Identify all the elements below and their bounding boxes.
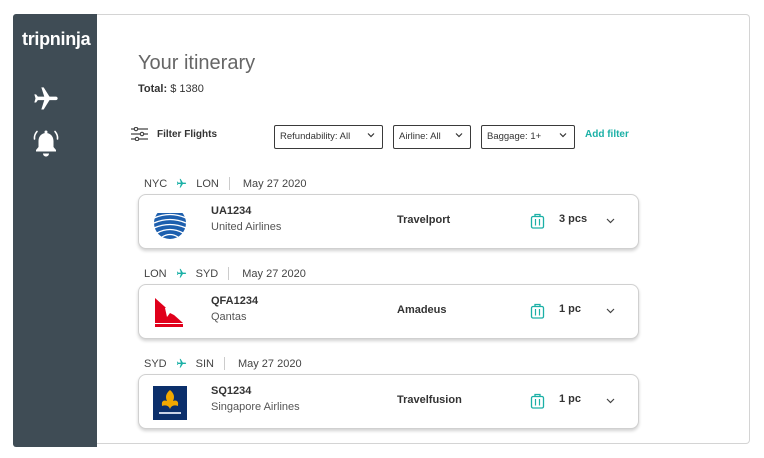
refundability-dropdown[interactable]: Refundability: All	[274, 125, 383, 149]
route-date: May 27 2020	[242, 177, 307, 190]
route-header: LON SYD May 27 2020	[144, 267, 306, 280]
filter-flights-label[interactable]: Filter Flights	[157, 129, 217, 140]
total-price: Total: $ 1380	[138, 83, 204, 95]
refundability-dropdown-label: Refundability: All	[280, 131, 351, 142]
airplane-icon[interactable]	[32, 85, 60, 113]
airline-name: United Airlines	[211, 221, 282, 233]
route-date: May 27 2020	[237, 357, 302, 370]
airline-dropdown[interactable]: Airline: All	[393, 125, 471, 149]
luggage-icon	[530, 303, 545, 319]
luggage-icon	[530, 213, 545, 229]
united-airlines-logo	[153, 206, 187, 240]
provider-name: Travelport	[397, 214, 451, 226]
route-destination: SYD	[195, 267, 219, 280]
route-destination: LON	[196, 177, 219, 190]
chevron-down-icon	[367, 133, 375, 138]
baggage-dropdown[interactable]: Baggage: 1+	[481, 125, 575, 149]
baggage-count: 1 pc	[559, 393, 582, 405]
route-destination: SIN	[195, 357, 214, 370]
route-origin: SYD	[144, 357, 167, 370]
flight-card[interactable]: SQ1234 Singapore Airlines Travelfusion 1…	[138, 374, 639, 429]
baggage-count: 3 pcs	[559, 213, 588, 225]
route-divider	[228, 267, 230, 280]
chevron-down-icon	[455, 133, 463, 138]
airplane-icon	[177, 178, 187, 188]
luggage-icon	[530, 393, 545, 409]
bell-icon[interactable]	[32, 127, 60, 157]
route-divider	[223, 357, 225, 370]
filter-sliders-icon[interactable]	[131, 127, 148, 141]
baggage-count: 1 pc	[559, 303, 582, 315]
route-origin: NYC	[144, 177, 168, 190]
total-value: $ 1380	[170, 83, 204, 95]
qantas-logo	[153, 296, 187, 330]
provider-name: Amadeus	[397, 304, 447, 316]
baggage-dropdown-label: Baggage: 1+	[487, 131, 542, 142]
airline-name: Singapore Airlines	[211, 401, 300, 413]
flight-code: UA1234	[211, 205, 252, 217]
route-date: May 27 2020	[242, 267, 306, 280]
airline-name: Qantas	[211, 311, 247, 323]
route-origin: LON	[144, 267, 167, 280]
flight-card[interactable]: UA1234 United Airlines Travelport 3 pcs	[138, 194, 639, 249]
chevron-down-icon[interactable]	[606, 308, 615, 314]
flight-code: QFA1234	[211, 295, 259, 307]
route-header: NYC LON May 27 2020	[144, 177, 306, 190]
chevron-down-icon	[559, 133, 567, 138]
chevron-down-icon[interactable]	[606, 218, 615, 224]
airline-dropdown-label: Airline: All	[399, 131, 441, 142]
chevron-down-icon[interactable]	[606, 398, 615, 404]
sidebar: tripninja	[13, 14, 97, 447]
singapore-airlines-logo	[153, 386, 187, 420]
provider-name: Travelfusion	[397, 394, 462, 406]
route-divider	[228, 177, 230, 190]
flight-code: SQ1234	[211, 385, 252, 397]
add-filter-link[interactable]: Add filter	[585, 129, 629, 140]
airplane-icon	[176, 268, 186, 278]
flight-card[interactable]: QFA1234 Qantas Amadeus 1 pc	[138, 284, 639, 339]
airplane-icon	[176, 358, 186, 368]
brand-logo[interactable]: tripninja	[22, 29, 91, 50]
page-title: Your itinerary	[138, 52, 256, 74]
total-label: Total:	[138, 83, 168, 95]
route-header: SYD SIN May 27 2020	[144, 357, 302, 370]
